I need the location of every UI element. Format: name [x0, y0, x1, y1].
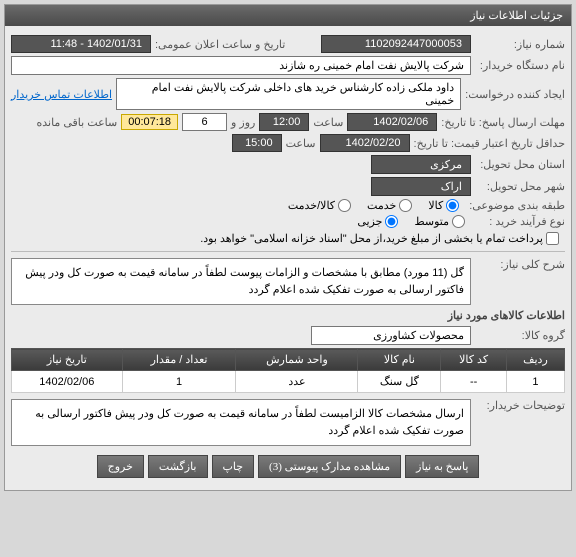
day-lbl: روز و [231, 116, 255, 129]
col-idx: ردیف [506, 349, 564, 371]
hour-lbl-2: ساعت [286, 137, 316, 150]
valid-hour: 15:00 [232, 134, 282, 152]
radio-medium-input[interactable] [452, 215, 465, 228]
button-bar: پاسخ به نیاز مشاهده مدارک پیوستی (3) چاپ… [11, 449, 565, 484]
radio-medium[interactable]: متوسط [414, 215, 465, 228]
org-label: نام دستگاه خریدار: [475, 59, 565, 72]
exit-button[interactable]: خروج [97, 455, 144, 478]
cell-qty: 1 [122, 371, 236, 393]
panel-body: شماره نیاز: 1102092447000053 تاریخ و ساع… [5, 26, 571, 490]
goods-table: ردیف کد کالا نام کالا واحد شمارش تعداد /… [11, 348, 565, 393]
radio-goodsservice[interactable]: کالا/خدمت [288, 199, 351, 212]
radio-goodsservice-input[interactable] [338, 199, 351, 212]
cell-date: 1402/02/06 [12, 371, 123, 393]
main-panel: جزئیات اطلاعات نیاز شماره نیاز: 11020924… [4, 4, 572, 491]
attachments-button[interactable]: مشاهده مدارک پیوستی (3) [258, 455, 401, 478]
radio-partial[interactable]: جزیی [357, 215, 398, 228]
col-name: نام کالا [358, 349, 441, 371]
cell-name: گل سنگ [358, 371, 441, 393]
days-value: 6 [182, 113, 227, 131]
radio-service-input[interactable] [399, 199, 412, 212]
radio-service[interactable]: خدمت [367, 199, 412, 212]
table-row[interactable]: 1 -- گل سنگ عدد 1 1402/02/06 [12, 371, 565, 393]
panel-title: جزئیات اطلاعات نیاز [5, 5, 571, 26]
group-value: محصولات کشاورزی [311, 326, 471, 345]
cell-code: -- [441, 371, 507, 393]
radio-goods[interactable]: کالا [428, 199, 459, 212]
announce-value: 1402/01/31 - 11:48 [11, 35, 151, 53]
cell-unit: عدد [236, 371, 358, 393]
city-label: شهر محل تحویل: [475, 180, 565, 193]
col-unit: واحد شمارش [236, 349, 358, 371]
org-value: شرکت پالایش نفت امام خمینی ره شازند [11, 56, 471, 75]
buyer-note-label: توضیحات خریدار: [475, 399, 565, 412]
valid-label: حداقل تاریخ اعتبار قیمت: تا تاریخ: [414, 137, 565, 150]
province-label: استان محل تحویل: [475, 158, 565, 171]
group-label: گروه کالا: [475, 329, 565, 342]
valid-date: 1402/02/20 [320, 134, 410, 152]
desc-label: شرح کلی نیاز: [475, 258, 565, 271]
buyer-note-text: ارسال مشخصات کالا الزامیست لطفاً در ساما… [11, 399, 471, 446]
topic-label: طبقه بندی موضوعی: [469, 199, 565, 212]
announce-label: تاریخ و ساعت اعلان عمومی: [155, 38, 285, 51]
need-no-value: 1102092447000053 [321, 35, 471, 53]
radio-goods-input[interactable] [446, 199, 459, 212]
respond-button[interactable]: پاسخ به نیاز [405, 455, 479, 478]
col-code: کد کالا [441, 349, 507, 371]
col-qty: تعداد / مقدار [122, 349, 236, 371]
check-note[interactable]: پرداخت تمام یا بخشی از مبلغ خرید،از محل … [200, 232, 559, 245]
creator-label: ایجاد کننده درخواست: [465, 88, 565, 101]
print-button[interactable]: چاپ [212, 455, 255, 478]
deadline-date: 1402/02/06 [347, 113, 437, 131]
radio-partial-input[interactable] [385, 215, 398, 228]
countdown: 00:07:18 [121, 114, 178, 130]
city-value: اراک [371, 177, 471, 196]
hour-lbl-1: ساعت [313, 116, 343, 129]
check-note-input[interactable] [546, 232, 559, 245]
goods-header: اطلاعات کالاهای مورد نیاز [11, 309, 565, 322]
creator-value: داود ملکی زاده کارشناس خرید های داخلی شر… [116, 78, 461, 110]
cell-idx: 1 [506, 371, 564, 393]
col-date: تاریخ نیاز [12, 349, 123, 371]
back-button[interactable]: بازگشت [148, 455, 208, 478]
province-value: مرکزی [371, 155, 471, 174]
remain-label: ساعت باقی مانده [36, 116, 117, 129]
contact-link[interactable]: اطلاعات تماس خریدار [11, 88, 112, 101]
table-header-row: ردیف کد کالا نام کالا واحد شمارش تعداد /… [12, 349, 565, 371]
deadline-label: مهلت ارسال پاسخ: تا تاریخ: [441, 116, 565, 129]
desc-text: گل (11 مورد) مطابق با مشخصات و الزامات پ… [11, 258, 471, 305]
deadline-hour: 12:00 [259, 113, 309, 131]
need-no-label: شماره نیاز: [475, 38, 565, 51]
proc-label: نوع فرآیند خرید : [475, 215, 565, 228]
